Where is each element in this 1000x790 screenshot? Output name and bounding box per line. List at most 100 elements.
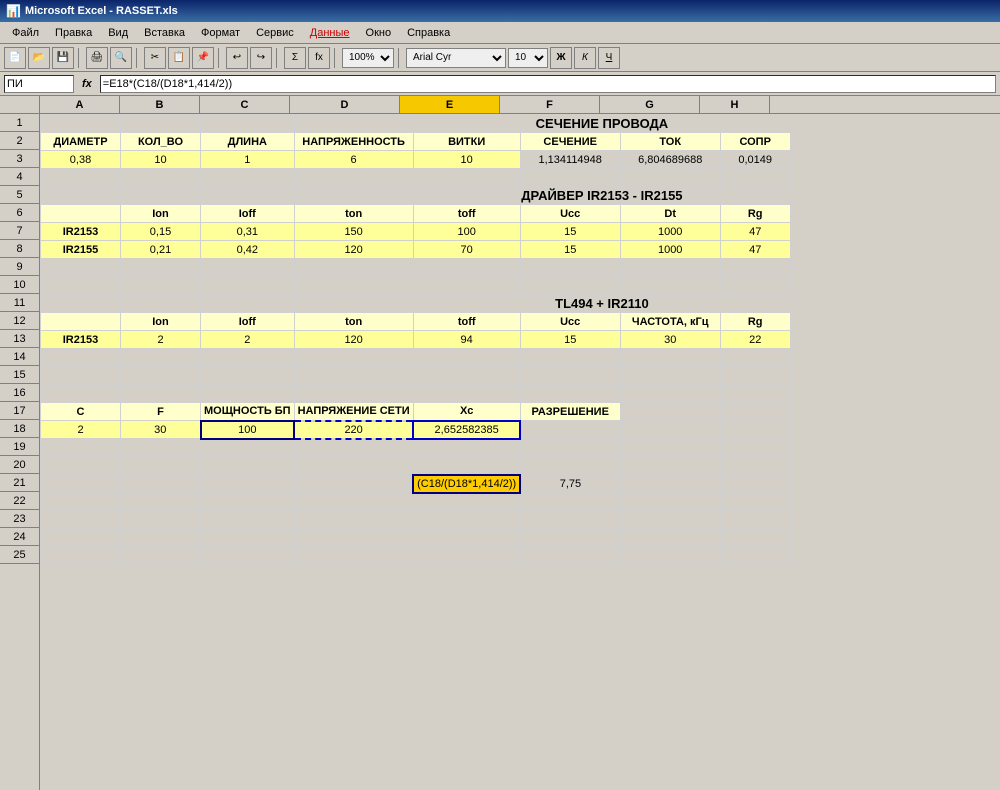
- r9c2[interactable]: [121, 259, 201, 277]
- r21c8[interactable]: [720, 475, 790, 493]
- col-header-a[interactable]: A: [40, 96, 120, 113]
- r7c8[interactable]: 47: [720, 223, 790, 241]
- r14c8[interactable]: [720, 349, 790, 367]
- r14c3[interactable]: [201, 349, 295, 367]
- row-num-9[interactable]: 9: [0, 258, 39, 276]
- r3c6[interactable]: 1,134114948: [520, 151, 620, 169]
- r20c4[interactable]: [294, 457, 413, 475]
- r21c4[interactable]: [294, 475, 413, 493]
- r9c6[interactable]: [520, 259, 620, 277]
- r15c2[interactable]: [121, 367, 201, 385]
- r18c5[interactable]: 2,652582385: [413, 421, 520, 439]
- row-num-11[interactable]: 11: [0, 294, 39, 312]
- col-header-b[interactable]: B: [120, 96, 200, 113]
- col-header-f[interactable]: F: [500, 96, 600, 113]
- r15c3[interactable]: [201, 367, 295, 385]
- r3c7[interactable]: 6,804689688: [620, 151, 720, 169]
- zoom-combo[interactable]: 100%: [342, 48, 394, 68]
- r11c3[interactable]: [201, 295, 295, 313]
- r2c5[interactable]: ВИТКИ: [413, 133, 520, 151]
- r3c5[interactable]: 10: [413, 151, 520, 169]
- r21c1[interactable]: [41, 475, 121, 493]
- bold-button[interactable]: Ж: [550, 47, 572, 69]
- r17c6[interactable]: РАЗРЕШЕНИЕ: [520, 403, 620, 421]
- r18c6[interactable]: [520, 421, 620, 439]
- r21c2[interactable]: [121, 475, 201, 493]
- r13c4[interactable]: 120: [294, 331, 413, 349]
- menu-file[interactable]: Файл: [4, 25, 47, 41]
- row-num-7[interactable]: 7: [0, 222, 39, 240]
- r5c3[interactable]: [201, 187, 295, 205]
- r6c7[interactable]: Dt: [620, 205, 720, 223]
- r16c5[interactable]: [413, 385, 520, 403]
- undo-button[interactable]: ↩: [226, 47, 248, 69]
- r23c2[interactable]: [121, 511, 201, 529]
- r19c4[interactable]: [294, 439, 413, 457]
- r14c6[interactable]: [520, 349, 620, 367]
- row-num-8[interactable]: 8: [0, 240, 39, 258]
- r2c8[interactable]: СОПР: [720, 133, 790, 151]
- r10c3[interactable]: [201, 277, 295, 295]
- r19c7[interactable]: [620, 439, 720, 457]
- r25c7[interactable]: [620, 547, 720, 565]
- r10c8[interactable]: [720, 277, 790, 295]
- r22c2[interactable]: [121, 493, 201, 511]
- row-num-23[interactable]: 23: [0, 510, 39, 528]
- r24c2[interactable]: [121, 529, 201, 547]
- r16c2[interactable]: [121, 385, 201, 403]
- r24c8[interactable]: [720, 529, 790, 547]
- row-num-2[interactable]: 2: [0, 132, 39, 150]
- r1c2[interactable]: [121, 115, 201, 133]
- r12c7[interactable]: ЧАСТОТА, кГц: [620, 313, 720, 331]
- r10c6[interactable]: [520, 277, 620, 295]
- r19c2[interactable]: [121, 439, 201, 457]
- r20c5[interactable]: [413, 457, 520, 475]
- r22c1[interactable]: [41, 493, 121, 511]
- r4c7[interactable]: [620, 169, 720, 187]
- r5c1[interactable]: [41, 187, 121, 205]
- r3c2[interactable]: 10: [121, 151, 201, 169]
- r3c3[interactable]: 1: [201, 151, 295, 169]
- row-num-25[interactable]: 25: [0, 546, 39, 564]
- r4c2[interactable]: [121, 169, 201, 187]
- r12c5[interactable]: toff: [413, 313, 520, 331]
- r10c1[interactable]: [41, 277, 121, 295]
- redo-button[interactable]: ↪: [250, 47, 272, 69]
- r6c1[interactable]: [41, 205, 121, 223]
- r3c1[interactable]: 0,38: [41, 151, 121, 169]
- r12c2[interactable]: Ion: [121, 313, 201, 331]
- r7c5[interactable]: 100: [413, 223, 520, 241]
- r24c7[interactable]: [620, 529, 720, 547]
- r4c1[interactable]: [41, 169, 121, 187]
- row-num-19[interactable]: 19: [0, 438, 39, 456]
- r23c5[interactable]: [413, 511, 520, 529]
- r11c2[interactable]: [121, 295, 201, 313]
- r13c8[interactable]: 22: [720, 331, 790, 349]
- formula-input[interactable]: [100, 75, 996, 93]
- row-num-5[interactable]: 5: [0, 186, 39, 204]
- r12c3[interactable]: Ioff: [201, 313, 295, 331]
- open-button[interactable]: 📂: [28, 47, 50, 69]
- r14c5[interactable]: [413, 349, 520, 367]
- save-button[interactable]: 💾: [52, 47, 74, 69]
- r6c6[interactable]: Ucc: [520, 205, 620, 223]
- col-header-d[interactable]: D: [290, 96, 400, 113]
- r17c1[interactable]: C: [41, 403, 121, 421]
- r14c1[interactable]: [41, 349, 121, 367]
- r2c1[interactable]: ДИАМЕТР: [41, 133, 121, 151]
- col-header-h[interactable]: H: [700, 96, 770, 113]
- r20c6[interactable]: [520, 457, 620, 475]
- r7c4[interactable]: 150: [294, 223, 413, 241]
- r21c3[interactable]: [201, 475, 295, 493]
- col-header-c[interactable]: C: [200, 96, 290, 113]
- r13c7[interactable]: 30: [620, 331, 720, 349]
- r22c8[interactable]: [720, 493, 790, 511]
- r11c1[interactable]: [41, 295, 121, 313]
- r21c5[interactable]: (C18/(D18*1,414/2)): [413, 475, 520, 493]
- row-num-10[interactable]: 10: [0, 276, 39, 294]
- r13c2[interactable]: 2: [121, 331, 201, 349]
- col-header-e[interactable]: E: [400, 96, 500, 113]
- r25c3[interactable]: [201, 547, 295, 565]
- r25c1[interactable]: [41, 547, 121, 565]
- r7c7[interactable]: 1000: [620, 223, 720, 241]
